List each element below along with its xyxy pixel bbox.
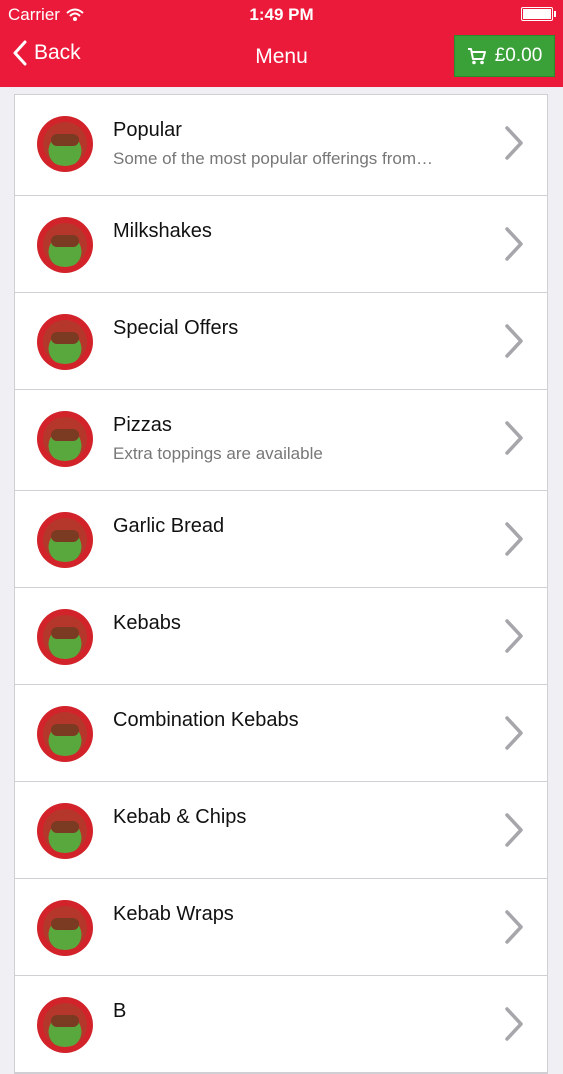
restaurant-logo-icon	[37, 900, 93, 956]
restaurant-logo-icon	[37, 997, 93, 1053]
restaurant-logo-icon	[37, 609, 93, 665]
chevron-right-icon	[505, 1007, 523, 1041]
menu-item-combination-kebabs[interactable]: Combination Kebabs	[15, 685, 547, 782]
chevron-right-icon	[505, 126, 523, 160]
menu-item-subtitle: Extra toppings are available	[113, 444, 323, 463]
menu-item-pizzas[interactable]: Pizzas Extra toppings are available	[15, 390, 547, 491]
menu-item-title: Garlic Bread	[113, 515, 225, 537]
menu-item-title: Kebab Wraps	[113, 903, 234, 925]
menu-item-kebabs[interactable]: Kebabs	[15, 588, 547, 685]
menu-item-garlic-bread[interactable]: Garlic Bread	[15, 491, 547, 588]
menu-item-title: B	[113, 1000, 127, 1022]
menu-item-milkshakes[interactable]: Milkshakes	[15, 196, 547, 293]
menu-item-title: Popular	[113, 119, 182, 141]
status-bar: Carrier 1:49 PM	[0, 0, 563, 30]
chevron-right-icon	[505, 619, 523, 653]
chevron-right-icon	[505, 522, 523, 556]
chevron-right-icon	[505, 421, 523, 455]
battery-icon	[521, 7, 556, 21]
menu-item-subtitle: Some of the most popular offerings from…	[113, 149, 434, 168]
cart-total: £0.00	[494, 45, 543, 66]
menu-item-popular[interactable]: Popular Some of the most popular offerin…	[15, 95, 547, 196]
restaurant-logo-icon	[37, 314, 93, 370]
menu-item-title: Special Offers	[113, 317, 239, 339]
restaurant-logo-icon	[37, 803, 93, 859]
restaurant-logo-icon	[37, 217, 93, 273]
menu-item-kebab-wraps[interactable]: Kebab Wraps	[15, 879, 547, 976]
menu-item-title: Kebabs	[113, 612, 181, 634]
chevron-right-icon	[505, 910, 523, 944]
cart-icon	[467, 48, 486, 65]
status-time: 1:49 PM	[249, 5, 314, 24]
restaurant-logo-icon	[37, 706, 93, 762]
menu-item-title: Combination Kebabs	[113, 709, 299, 731]
chevron-right-icon	[505, 324, 523, 358]
cart-button[interactable]: £0.00	[454, 35, 555, 77]
chevron-right-icon	[505, 716, 523, 750]
chevron-right-icon	[505, 813, 523, 847]
menu-item-title: Milkshakes	[113, 220, 212, 242]
restaurant-logo-icon	[37, 411, 93, 467]
menu-item-special-offers[interactable]: Special Offers	[15, 293, 547, 390]
menu-item-partial[interactable]: B	[15, 976, 547, 1073]
menu-list: Popular Some of the most popular offerin…	[14, 94, 548, 1074]
restaurant-logo-icon	[37, 116, 93, 172]
chevron-right-icon	[505, 227, 523, 261]
menu-item-kebab-chips[interactable]: Kebab & Chips	[15, 782, 547, 879]
menu-item-title: Kebab & Chips	[113, 806, 247, 828]
menu-item-title: Pizzas	[113, 414, 172, 436]
restaurant-logo-icon	[37, 512, 93, 568]
navigation-bar: Back Menu £0.00	[0, 30, 563, 87]
